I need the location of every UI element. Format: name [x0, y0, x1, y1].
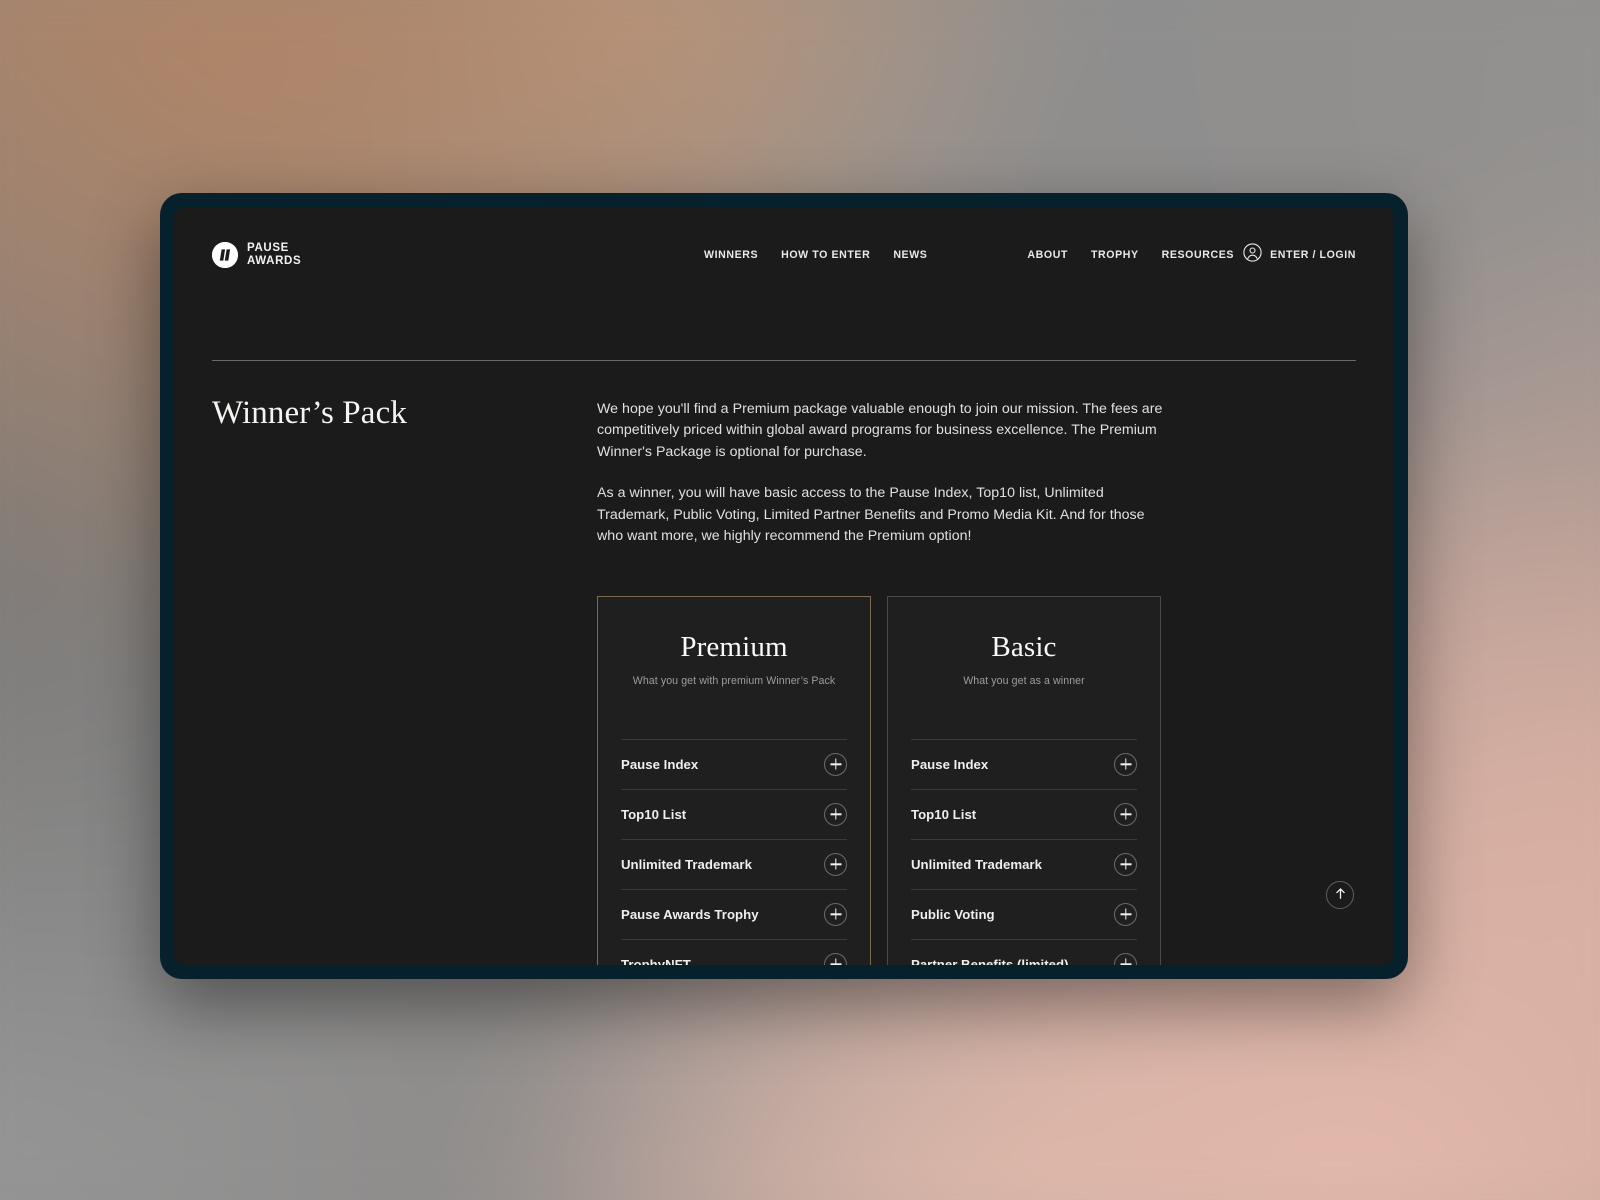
- title-column: Winner’s Pack: [212, 395, 597, 965]
- feature-row[interactable]: Top10 List: [621, 789, 847, 839]
- package-card-premium: Premium What you get with premium Winner…: [597, 596, 871, 965]
- feature-label: Unlimited Trademark: [621, 857, 752, 872]
- nav-link-news[interactable]: NEWS: [893, 249, 927, 261]
- feature-label: Top10 List: [911, 807, 976, 822]
- feature-row[interactable]: Public Voting: [911, 889, 1137, 939]
- brand-logo[interactable]: PAUSE AWARDS: [212, 242, 301, 269]
- plus-icon[interactable]: [1114, 753, 1137, 776]
- plus-icon[interactable]: [824, 753, 847, 776]
- plus-icon[interactable]: [824, 953, 847, 965]
- plus-icon[interactable]: [1114, 953, 1137, 965]
- plus-icon[interactable]: [824, 853, 847, 876]
- feature-label: Partner Benefits (limited): [911, 957, 1069, 965]
- package-subtitle-basic: What you get as a winner: [911, 675, 1137, 687]
- feature-row[interactable]: Pause Index: [621, 739, 847, 789]
- feature-label: Unlimited Trademark: [911, 857, 1042, 872]
- browser-window-frame: PAUSE AWARDS WINNERS HOW TO ENTER NEWS A…: [160, 193, 1408, 979]
- feature-label: Public Voting: [911, 907, 995, 922]
- plus-icon[interactable]: [824, 903, 847, 926]
- feature-label: Top10 List: [621, 807, 686, 822]
- feature-row[interactable]: Unlimited Trademark: [621, 839, 847, 889]
- packages-comparison: Premium What you get with premium Winner…: [597, 596, 1356, 965]
- brand-wordmark: PAUSE AWARDS: [247, 242, 301, 269]
- nav-link-winners[interactable]: WINNERS: [704, 249, 758, 261]
- page-title: Winner’s Pack: [212, 395, 597, 432]
- feature-label: Pause Index: [911, 757, 988, 772]
- plus-icon[interactable]: [1114, 853, 1137, 876]
- plus-icon[interactable]: [1114, 803, 1137, 826]
- nav-link-resources[interactable]: RESOURCES: [1162, 249, 1234, 261]
- feature-row[interactable]: TrophyNFT: [621, 939, 847, 965]
- feature-row[interactable]: Top10 List: [911, 789, 1137, 839]
- feature-label: Pause Awards Trophy: [621, 907, 759, 922]
- feature-label: Pause Index: [621, 757, 698, 772]
- enter-login-button[interactable]: ENTER / LOGIN: [1243, 243, 1356, 267]
- package-card-basic: Basic What you get as a winner Pause Ind…: [887, 596, 1161, 965]
- intro-section: Winner’s Pack We hope you'll find a Prem…: [212, 395, 1356, 965]
- nav-link-how-to-enter[interactable]: HOW TO ENTER: [781, 249, 870, 261]
- nav-link-trophy[interactable]: TROPHY: [1091, 249, 1139, 261]
- package-title-premium: Premium: [621, 631, 847, 664]
- plus-icon[interactable]: [824, 803, 847, 826]
- package-subtitle-premium: What you get with premium Winner’s Pack: [621, 675, 847, 687]
- site-header: PAUSE AWARDS WINNERS HOW TO ENTER NEWS A…: [174, 207, 1394, 303]
- feature-row[interactable]: Partner Benefits (limited): [911, 939, 1137, 965]
- feature-row[interactable]: Pause Awards Trophy: [621, 889, 847, 939]
- enter-login-label: ENTER / LOGIN: [1270, 249, 1356, 261]
- scroll-to-top-button[interactable]: [1326, 881, 1354, 909]
- nav-link-about[interactable]: ABOUT: [1027, 249, 1068, 261]
- feature-row[interactable]: Pause Index: [911, 739, 1137, 789]
- section-divider: [212, 360, 1356, 361]
- page-content: Winner’s Pack We hope you'll find a Prem…: [174, 360, 1394, 965]
- package-title-basic: Basic: [911, 631, 1137, 664]
- primary-navigation: WINNERS HOW TO ENTER NEWS: [704, 249, 927, 261]
- pause-logo-icon: [212, 242, 238, 268]
- intro-paragraph-1: We hope you'll find a Premium package va…: [597, 399, 1169, 463]
- package-feature-list-basic: Pause Index Top10 List Unlimited Tradema…: [911, 739, 1137, 965]
- secondary-navigation: ABOUT TROPHY RESOURCES: [1027, 249, 1234, 261]
- feature-label: TrophyNFT: [621, 957, 691, 965]
- page-viewport: PAUSE AWARDS WINNERS HOW TO ENTER NEWS A…: [174, 207, 1394, 965]
- intro-paragraph-2: As a winner, you will have basic access …: [597, 483, 1169, 547]
- feature-row[interactable]: Unlimited Trademark: [911, 839, 1137, 889]
- copy-column: We hope you'll find a Premium package va…: [597, 395, 1356, 965]
- package-feature-list-premium: Pause Index Top10 List Unlimited Tradema…: [621, 739, 847, 965]
- arrow-up-icon: [1334, 887, 1347, 903]
- plus-icon[interactable]: [1114, 903, 1137, 926]
- user-circle-icon: [1243, 243, 1262, 267]
